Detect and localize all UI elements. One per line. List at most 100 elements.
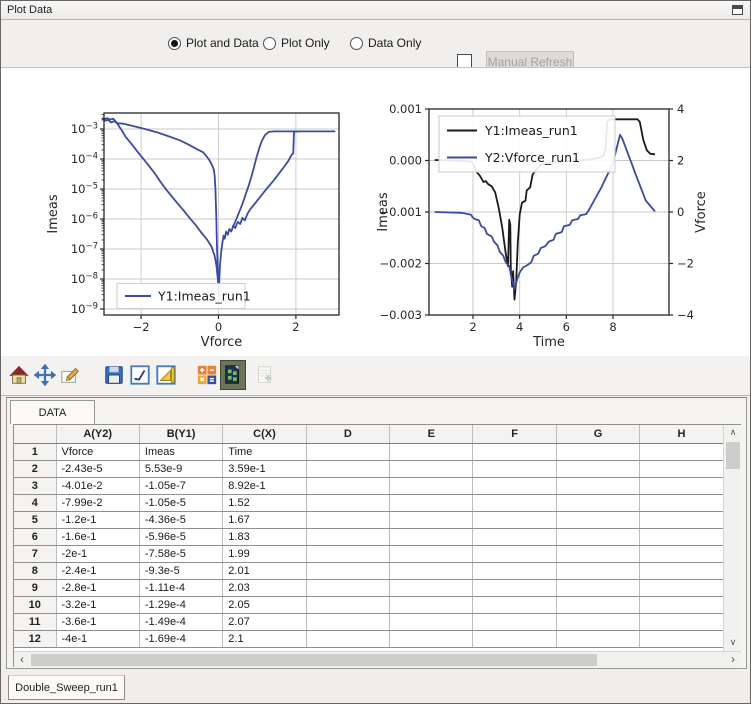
cell[interactable] <box>473 477 556 494</box>
cell[interactable] <box>473 562 556 579</box>
cell[interactable]: -5.96e-5 <box>139 528 222 545</box>
cell[interactable] <box>640 511 723 528</box>
cell[interactable] <box>473 443 556 460</box>
cell[interactable] <box>556 528 639 545</box>
cell[interactable]: -1.05e-5 <box>139 494 222 511</box>
column-header[interactable]: G <box>556 425 639 443</box>
cell[interactable] <box>390 511 473 528</box>
scroll-down-icon[interactable]: ∨ <box>724 635 742 651</box>
cell[interactable] <box>556 545 639 562</box>
cell[interactable]: Vforce <box>56 443 139 460</box>
cell[interactable]: 1.67 <box>223 511 306 528</box>
cell[interactable] <box>390 579 473 596</box>
cell[interactable]: -4.01e-2 <box>56 477 139 494</box>
cell[interactable] <box>556 596 639 613</box>
row-header[interactable]: 7 <box>14 545 56 562</box>
cell[interactable]: 2.05 <box>223 596 306 613</box>
edit-plot-icon[interactable] <box>58 360 84 390</box>
calculator-icon[interactable] <box>194 360 220 390</box>
corner-cell[interactable] <box>14 425 56 443</box>
cell[interactable]: 8.92e-1 <box>223 477 306 494</box>
radio-data-only[interactable]: Data Only <box>350 36 421 50</box>
cell[interactable]: -2.4e-1 <box>56 562 139 579</box>
cell[interactable]: -1.2e-1 <box>56 511 139 528</box>
cell[interactable]: -7.58e-5 <box>139 545 222 562</box>
row-header[interactable]: 12 <box>14 630 56 647</box>
cell[interactable]: 1.83 <box>223 528 306 545</box>
cell[interactable]: -1.69e-4 <box>139 630 222 647</box>
row-header[interactable]: 3 <box>14 477 56 494</box>
horizontal-scrollbar[interactable]: ‹ › <box>14 651 741 667</box>
cell[interactable] <box>640 528 723 545</box>
right-plot[interactable]: 24680.0010.000−0.001−0.002−0.003420−2−4T… <box>376 102 709 350</box>
cell[interactable] <box>390 562 473 579</box>
cell[interactable] <box>556 460 639 477</box>
row-header[interactable]: 9 <box>14 579 56 596</box>
cell[interactable] <box>306 528 389 545</box>
radio-plot-only[interactable]: Plot Only <box>263 36 330 50</box>
column-header[interactable]: D <box>306 425 389 443</box>
cell[interactable]: -2e-1 <box>56 545 139 562</box>
vscroll-thumb[interactable] <box>726 442 740 469</box>
cell[interactable] <box>306 477 389 494</box>
column-header[interactable]: A(Y2) <box>56 425 139 443</box>
row-header[interactable]: 4 <box>14 494 56 511</box>
cell[interactable] <box>556 630 639 647</box>
cell[interactable] <box>390 613 473 630</box>
row-header[interactable]: 2 <box>14 460 56 477</box>
scroll-right-icon[interactable]: › <box>725 652 741 668</box>
cell[interactable] <box>306 443 389 460</box>
cell[interactable] <box>390 443 473 460</box>
cell[interactable] <box>390 596 473 613</box>
cell[interactable] <box>640 630 723 647</box>
row-header[interactable]: 11 <box>14 613 56 630</box>
scroll-up-icon[interactable]: ∧ <box>724 425 742 441</box>
line-plot-icon[interactable] <box>127 360 153 390</box>
row-header[interactable]: 10 <box>14 596 56 613</box>
cell[interactable] <box>556 562 639 579</box>
column-header[interactable]: H <box>640 425 723 443</box>
cell[interactable] <box>473 528 556 545</box>
cell[interactable]: -1.49e-4 <box>139 613 222 630</box>
hscroll-thumb[interactable] <box>31 654 597 666</box>
cell[interactable]: -2.8e-1 <box>56 579 139 596</box>
cell[interactable] <box>640 579 723 596</box>
pan-icon[interactable] <box>32 360 58 390</box>
restore-window-icon[interactable] <box>732 5 743 15</box>
cell[interactable]: 2.01 <box>223 562 306 579</box>
cell[interactable] <box>473 545 556 562</box>
cell[interactable]: Time <box>223 443 306 460</box>
cell[interactable] <box>556 494 639 511</box>
cell[interactable] <box>473 511 556 528</box>
cell[interactable] <box>390 545 473 562</box>
row-header[interactable]: 6 <box>14 528 56 545</box>
cell[interactable] <box>640 562 723 579</box>
cell[interactable]: -7.99e-2 <box>56 494 139 511</box>
plot-scale-icon[interactable] <box>153 360 179 390</box>
add-data-icon[interactable] <box>252 360 278 390</box>
column-header[interactable]: B(Y1) <box>139 425 222 443</box>
cell[interactable] <box>390 494 473 511</box>
home-icon[interactable] <box>6 360 32 390</box>
cell[interactable] <box>473 630 556 647</box>
cell[interactable] <box>556 511 639 528</box>
cell[interactable] <box>556 613 639 630</box>
cell[interactable]: -4.36e-5 <box>139 511 222 528</box>
cell[interactable]: 2.07 <box>223 613 306 630</box>
cell[interactable]: 5.53e-9 <box>139 460 222 477</box>
cell[interactable]: -2.43e-5 <box>56 460 139 477</box>
cell[interactable] <box>556 579 639 596</box>
cell[interactable]: -9.3e-5 <box>139 562 222 579</box>
cell[interactable] <box>306 613 389 630</box>
column-header[interactable]: E <box>390 425 473 443</box>
cell[interactable] <box>473 494 556 511</box>
cell[interactable] <box>306 511 389 528</box>
cell[interactable] <box>473 596 556 613</box>
radio-plot-and-data[interactable]: Plot and Data <box>168 36 259 50</box>
cell[interactable]: -4e-1 <box>56 630 139 647</box>
cell[interactable] <box>306 562 389 579</box>
cell[interactable] <box>306 596 389 613</box>
cell[interactable] <box>640 613 723 630</box>
cell[interactable] <box>640 443 723 460</box>
cell[interactable] <box>390 528 473 545</box>
